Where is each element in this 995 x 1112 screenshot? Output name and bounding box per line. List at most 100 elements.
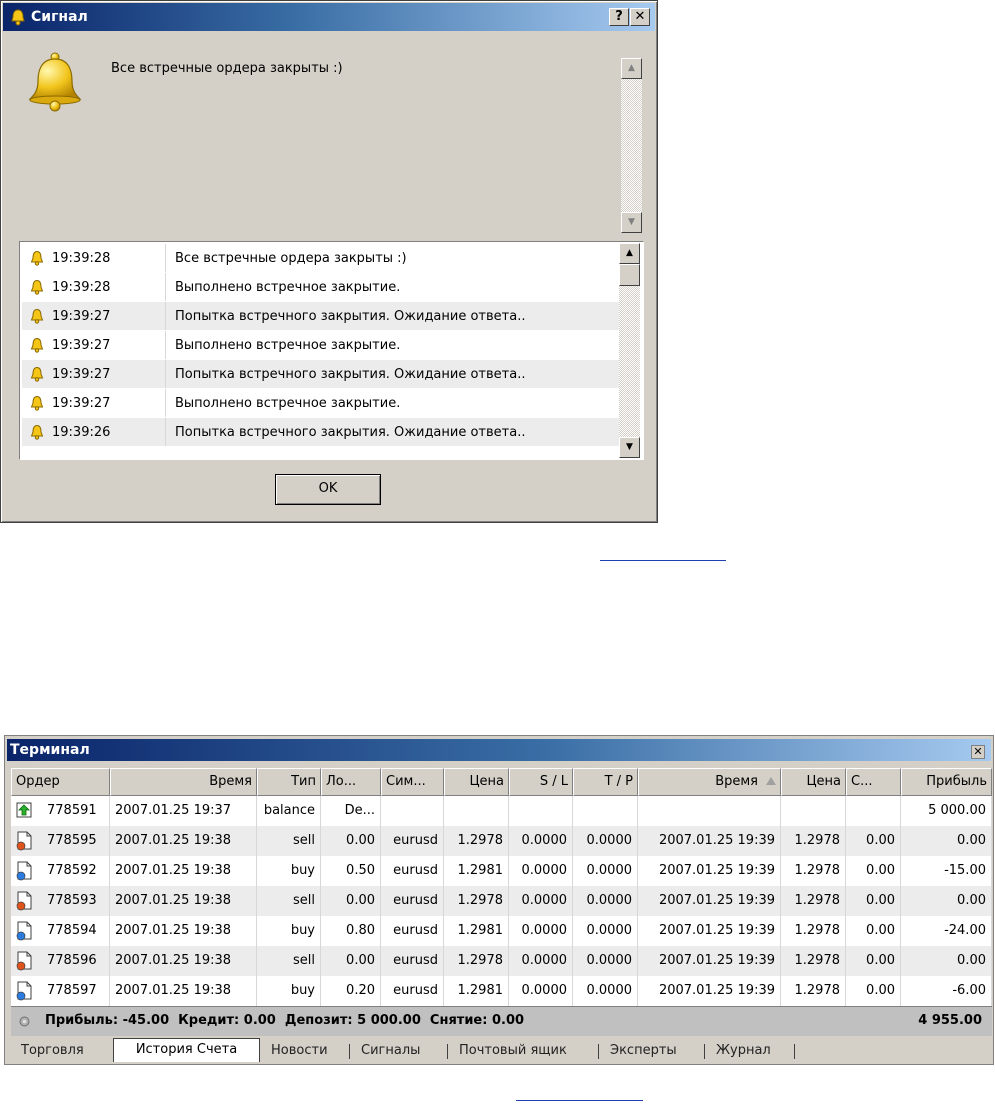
cell-swap: 0.00: [846, 826, 901, 856]
sort-ascending-icon: [766, 777, 776, 785]
cell-close-time: 2007.01.25 19:39: [638, 916, 781, 946]
tab-divider: [598, 1044, 599, 1059]
column-header-symbol[interactable]: Сим...: [381, 768, 444, 796]
column-header-price[interactable]: Цена: [444, 768, 509, 796]
log-time: 19:39:28: [52, 251, 111, 266]
log-row[interactable]: 19:39:27 Выполнено встречное закрытие.: [22, 331, 619, 360]
log-row[interactable]: 19:39:27 Попытка встречного закрытия. Ож…: [22, 360, 619, 389]
signal-message: Все встречные ордера закрыты :): [111, 61, 343, 76]
column-header-open-time[interactable]: Время: [110, 768, 257, 796]
table-row[interactable]: 778597 2007.01.25 19:38 buy 0.20 eurusd 1.298…: [11, 976, 992, 1006]
bell-icon: [30, 308, 44, 324]
table-row[interactable]: 778594 2007.01.25 19:38 buy 0.80 eurusd 1.298…: [11, 916, 992, 946]
bell-icon: [30, 395, 44, 411]
tab-mailbox[interactable]: Почтовый ящик: [459, 1040, 567, 1062]
scroll-up-button[interactable]: ▲: [621, 58, 642, 79]
cell-sl: 0.0000: [509, 946, 573, 976]
scroll-down-button[interactable]: ▼: [621, 212, 642, 233]
order-number: 778591: [47, 803, 97, 818]
scroll-down-button[interactable]: ▼: [619, 437, 640, 458]
signal-log-list: 19:39:28 Все встречные ордера закрыты :)…: [19, 241, 644, 460]
tab-trade[interactable]: Торговля: [21, 1040, 84, 1062]
tab-account-history[interactable]: История Счета: [113, 1038, 260, 1062]
cell-price: [444, 796, 509, 826]
table-row[interactable]: 778592 2007.01.25 19:38 buy 0.50 eurusd 1.298…: [11, 856, 992, 886]
table-row[interactable]: 778595 2007.01.25 19:38 sell 0.00 eurusd 1.29…: [11, 826, 992, 856]
column-header-close-price[interactable]: Цена: [781, 768, 846, 796]
cell-swap: 0.00: [846, 976, 901, 1006]
table-row[interactable]: 778593 2007.01.25 19:38 sell 0.00 eurusd 1.29…: [11, 886, 992, 916]
log-time: 19:39:27: [52, 309, 111, 324]
log-time: 19:39:27: [52, 338, 111, 353]
column-header-type[interactable]: Тип: [257, 768, 321, 796]
link-underline[interactable]: [600, 560, 726, 561]
column-divider: [165, 302, 166, 330]
cell-order: 778593: [11, 886, 110, 916]
tab-divider: [704, 1044, 705, 1059]
ok-button[interactable]: OK: [275, 474, 381, 505]
table-row[interactable]: 778591 2007.01.25 19:37 balance De... 5 000.…: [11, 796, 992, 826]
help-button[interactable]: ?: [609, 8, 629, 26]
log-row[interactable]: 19:39:26 Попытка встречного закрытия. Ож…: [22, 418, 619, 447]
cell-swap: 0.00: [846, 916, 901, 946]
column-header-tp[interactable]: T / P: [573, 768, 638, 796]
balance-arrow-icon: [16, 802, 32, 818]
cell-tp: 0.0000: [573, 886, 638, 916]
column-header-order[interactable]: Ордер: [11, 768, 110, 796]
cell-open-time: 2007.01.25 19:37: [110, 796, 257, 826]
tab-news[interactable]: Новости: [271, 1040, 328, 1062]
link-underline[interactable]: [516, 1100, 643, 1101]
cell-profit: -6.00: [901, 976, 992, 1006]
cell-order: 778594: [11, 916, 110, 946]
bell-icon: [11, 9, 25, 26]
cell-open-time: 2007.01.25 19:38: [110, 886, 257, 916]
column-header-sl[interactable]: S / L: [509, 768, 573, 796]
order-number: 778593: [47, 893, 97, 908]
terminal-title-bar[interactable]: Терминал ✕: [7, 739, 991, 761]
log-row[interactable]: 19:39:28 Все встречные ордера закрыты :): [22, 244, 619, 273]
log-row[interactable]: 19:39:27 Попытка встречного закрытия. Ож…: [22, 302, 619, 331]
column-header-lots[interactable]: Ло...: [321, 768, 381, 796]
scroll-up-button[interactable]: ▲: [619, 243, 640, 264]
signal-dialog-title-bar[interactable]: Сигнал ? ✕: [3, 3, 655, 31]
table-row[interactable]: 778596 2007.01.25 19:38 sell 0.00 eurusd 1.29…: [11, 946, 992, 976]
column-header-close-time[interactable]: Время: [638, 768, 781, 796]
scroll-thumb[interactable]: [619, 264, 640, 286]
tab-journal[interactable]: Журнал: [716, 1040, 771, 1062]
cell-swap: 0.00: [846, 946, 901, 976]
column-header-swap[interactable]: С...: [846, 768, 901, 796]
cell-symbol: eurusd: [381, 916, 444, 946]
log-message: Выполнено встречное закрытие.: [175, 338, 401, 353]
tab-alerts[interactable]: Сигналы: [361, 1040, 420, 1062]
cell-swap: [846, 796, 901, 826]
message-scrollbar[interactable]: ▲ ▼: [621, 58, 642, 233]
tab-experts[interactable]: Эксперты: [610, 1040, 677, 1062]
order-number: 778594: [47, 923, 97, 938]
cell-close-time: 2007.01.25 19:39: [638, 856, 781, 886]
log-message: Выполнено встречное закрытие.: [175, 280, 401, 295]
cell-close-price: 1.2978: [781, 886, 846, 916]
cell-tp: 0.0000: [573, 946, 638, 976]
log-row[interactable]: 19:39:28 Выполнено встречное закрытие.: [22, 273, 619, 302]
sell-order-icon: [16, 951, 32, 971]
buy-order-icon: [16, 861, 32, 881]
column-header-profit[interactable]: Прибыль: [901, 768, 992, 796]
cell-lots: 0.20: [321, 976, 381, 1006]
close-icon[interactable]: ✕: [971, 745, 985, 759]
cell-price: 1.2981: [444, 976, 509, 1006]
cell-symbol: eurusd: [381, 886, 444, 916]
cell-profit: -15.00: [901, 856, 992, 886]
log-row[interactable]: 19:39:27 Выполнено встречное закрытие.: [22, 389, 619, 418]
log-scrollbar[interactable]: ▲ ▼: [619, 243, 640, 458]
cell-close-time: 2007.01.25 19:39: [638, 886, 781, 916]
close-button[interactable]: ✕: [630, 8, 650, 26]
cell-profit: 5 000.00: [901, 796, 992, 826]
cell-sl: 0.0000: [509, 976, 573, 1006]
cell-symbol: eurusd: [381, 946, 444, 976]
cell-order: 778595: [11, 826, 110, 856]
cell-type: sell: [257, 886, 321, 916]
cell-type: buy: [257, 976, 321, 1006]
cell-open-time: 2007.01.25 19:38: [110, 976, 257, 1006]
cell-lots: De...: [321, 796, 381, 826]
summary-text: Прибыль: -45.00 Кредит: 0.00 Депозит: 5 …: [45, 1013, 525, 1028]
